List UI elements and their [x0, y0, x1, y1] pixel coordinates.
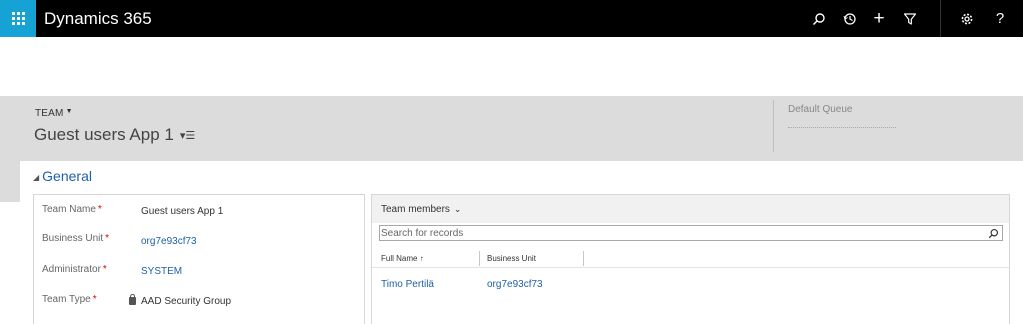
- required-marker: *: [105, 233, 110, 244]
- collapse-triangle-icon: ◢: [33, 172, 40, 182]
- entity-type-label: TEAM: [35, 108, 64, 119]
- search-icon[interactable]: [804, 0, 834, 37]
- column-header-business-unit[interactable]: Business Unit: [487, 254, 536, 263]
- section-general-header[interactable]: ◢ General: [33, 168, 92, 184]
- history-icon[interactable]: [835, 0, 865, 37]
- help-icon[interactable]: ?: [985, 0, 1015, 37]
- chevron-down-icon: ⌄: [453, 204, 462, 214]
- column-resize-handle[interactable]: [583, 251, 584, 266]
- record-title: Guest users App 1 ▾☰: [34, 125, 195, 145]
- administrator-link[interactable]: SYSTEM: [141, 266, 182, 277]
- required-marker: *: [102, 264, 107, 275]
- header-divider: [773, 100, 774, 152]
- search-records-input[interactable]: [381, 226, 981, 240]
- business-unit-link[interactable]: org7e93cf73: [141, 236, 197, 247]
- caret-down-icon: ▼: [65, 108, 73, 115]
- lock-icon: [129, 294, 136, 305]
- column-header-full-name[interactable]: Full Name ↑: [381, 254, 424, 263]
- gear-icon[interactable]: [952, 0, 982, 37]
- team-members-view-selector[interactable]: Team members ⌄: [381, 204, 461, 215]
- administrator-label: Administrator *: [42, 264, 107, 275]
- column-header-row: [372, 250, 1009, 268]
- entity-type-selector[interactable]: TEAM ▼: [35, 108, 73, 119]
- row-business-unit-link[interactable]: org7e93cf73: [487, 279, 543, 290]
- team-name-label: Team Name *: [42, 204, 102, 215]
- required-marker: *: [92, 294, 97, 305]
- row-full-name-link[interactable]: Timo Pertilä: [381, 279, 434, 290]
- subgrid-title: Team members: [381, 204, 450, 215]
- waffle-icon: [11, 12, 25, 25]
- business-unit-label: Business Unit *: [42, 233, 110, 244]
- app-title[interactable]: Dynamics 365: [44, 0, 152, 37]
- subgrid-header: [372, 195, 1009, 223]
- team-type-label: Team Type *: [42, 294, 97, 305]
- nav-divider: [940, 0, 941, 37]
- search-icon[interactable]: [985, 226, 1002, 240]
- filter-icon[interactable]: [895, 0, 925, 37]
- team-name-value[interactable]: Guest users App 1: [141, 206, 223, 217]
- default-queue-field[interactable]: [788, 127, 896, 128]
- record-title-text: Guest users App 1: [34, 125, 174, 144]
- required-marker: *: [97, 204, 102, 215]
- column-resize-handle[interactable]: [479, 251, 480, 266]
- app-launcher-button[interactable]: [0, 0, 36, 37]
- sort-ascending-icon: ↑: [419, 254, 424, 263]
- plus-icon[interactable]: +: [864, 0, 894, 37]
- team-type-value: AAD Security Group: [129, 294, 231, 307]
- form-menu-icon[interactable]: ▾☰: [180, 130, 195, 142]
- default-queue-label: Default Queue: [788, 104, 853, 115]
- section-title: General: [42, 168, 92, 184]
